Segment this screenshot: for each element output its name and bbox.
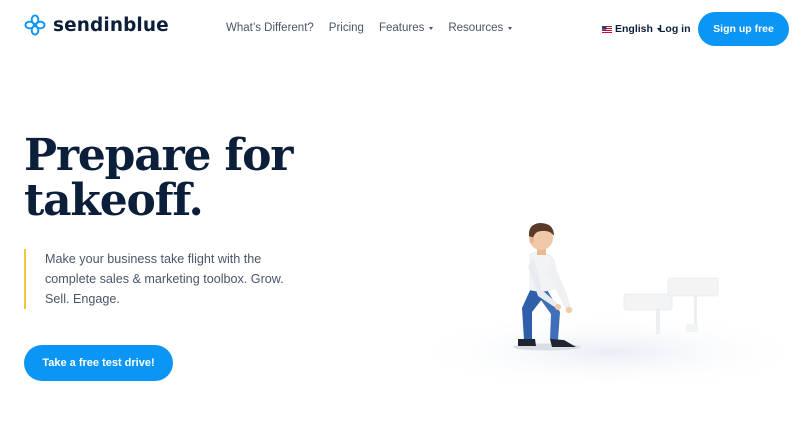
caret-down-icon bbox=[429, 27, 434, 30]
hero-description: Make your business take flight with the … bbox=[45, 252, 284, 306]
nav-item-label: Features bbox=[378, 22, 425, 34]
nav-item-label: Resources bbox=[448, 22, 504, 34]
language-label: English bbox=[615, 23, 653, 35]
nav-item-whats-different[interactable]: What’s Different? bbox=[226, 22, 314, 34]
nav-item-resources[interactable]: Resources bbox=[448, 22, 513, 34]
logo-wordmark: sendinblue bbox=[53, 14, 169, 36]
hero-description-block: Make your business take flight with the … bbox=[24, 249, 295, 309]
nav-item-label: What’s Different? bbox=[226, 22, 314, 34]
floor-shadow bbox=[405, 312, 800, 392]
sendinblue-logo[interactable]: sendinblue bbox=[24, 14, 169, 36]
signup-button[interactable]: Sign up free bbox=[698, 12, 789, 46]
us-flag-icon bbox=[602, 25, 612, 33]
free-test-drive-button[interactable]: Take a free test drive! bbox=[24, 345, 173, 381]
caret-down-icon bbox=[508, 27, 513, 30]
sendinblue-logo-icon bbox=[24, 14, 46, 36]
main-nav: What’s Different? Pricing Features Resou… bbox=[226, 22, 527, 34]
hero-title: Prepare for takeoff. bbox=[24, 130, 293, 226]
hero-illustration bbox=[405, 223, 800, 392]
language-selector[interactable]: English bbox=[602, 23, 661, 35]
site-header: sendinblue What’s Different? Pricing Fea… bbox=[0, 0, 800, 58]
nav-item-features[interactable]: Features bbox=[378, 22, 434, 34]
nav-item-label: Pricing bbox=[328, 22, 364, 34]
login-link[interactable]: Log in bbox=[659, 23, 691, 35]
nav-item-pricing[interactable]: Pricing bbox=[329, 22, 364, 34]
